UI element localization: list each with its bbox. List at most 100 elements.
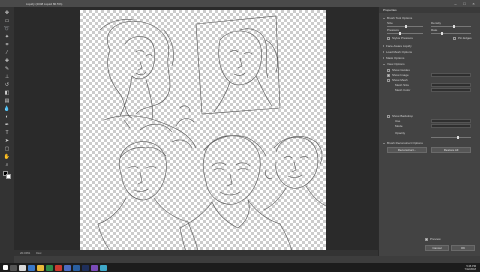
show-guides-checkbox[interactable]: Show Guides bbox=[387, 68, 410, 72]
windows-taskbar bbox=[0, 263, 480, 272]
show-backdrop-text: Show Backdrop bbox=[392, 114, 414, 118]
magic-wand-icon[interactable]: ✦ bbox=[3, 33, 11, 40]
size-label: Size bbox=[387, 21, 393, 25]
show-mesh-checkbox[interactable]: Show Mesh bbox=[387, 78, 408, 82]
liquify-properties-panel: Properties Brush Tool Options Size Densi… bbox=[378, 7, 480, 256]
use-text: Use bbox=[395, 119, 401, 123]
checkbox-box-checked[interactable] bbox=[387, 73, 390, 77]
search-icon[interactable] bbox=[10, 264, 17, 271]
checkbox-box[interactable] bbox=[453, 36, 456, 40]
size-slider[interactable] bbox=[387, 25, 423, 28]
mesh-color-label: Mesh Color bbox=[395, 88, 410, 92]
tool-panel: ✥ ▭ ➰ ✦ ⌗ ⁄ ✚ ✎ ⊥ ↺ ◧ ▤ 💧 ◐ ✒ T ➤ ▢ ✋ ⌕ bbox=[0, 7, 14, 263]
section-mask-options[interactable]: Mask Options bbox=[383, 56, 404, 60]
history-brush-icon[interactable]: ↺ bbox=[3, 81, 11, 88]
checkbox-box[interactable] bbox=[387, 114, 390, 118]
zoom-level[interactable]: 20.09% bbox=[20, 251, 30, 255]
zoom-tool-icon[interactable]: ⌕ bbox=[3, 161, 11, 168]
blur-tool-icon[interactable]: 💧 bbox=[3, 105, 11, 112]
type-tool-icon[interactable]: T bbox=[3, 129, 11, 136]
system-tray-clock[interactable]: 5:46 PM 7/12/2018 bbox=[464, 263, 476, 272]
opacity-text: Opacity bbox=[395, 131, 406, 135]
density-slider[interactable] bbox=[431, 25, 471, 28]
canvas-document[interactable] bbox=[80, 10, 326, 251]
crop-tool-icon[interactable]: ⌗ bbox=[3, 41, 11, 48]
file-explorer-icon[interactable] bbox=[37, 264, 44, 271]
maximize-button[interactable]: □ bbox=[460, 0, 469, 7]
section-view-options[interactable]: View Options bbox=[383, 62, 405, 66]
windows-start-icon[interactable] bbox=[3, 265, 8, 270]
lasso-tool-icon[interactable]: ➰ bbox=[3, 25, 11, 32]
brush-reconstruct-text: Brush Reconstruct Options bbox=[387, 141, 423, 145]
pin-edges-checkbox[interactable]: Pin Edges bbox=[453, 36, 472, 40]
size-slider-knob[interactable] bbox=[405, 25, 407, 28]
gradient-icon[interactable]: ▤ bbox=[3, 97, 11, 104]
stylus-pressure-text: Stylus Pressure bbox=[392, 36, 414, 40]
section-face-aware[interactable]: Face-Aware Liquify bbox=[383, 44, 412, 48]
shape-tool-icon[interactable]: ▢ bbox=[3, 145, 11, 152]
stylus-pressure-checkbox[interactable]: Stylus Pressure bbox=[387, 36, 413, 40]
dodge-tool-icon[interactable]: ◐ bbox=[3, 113, 11, 120]
show-image-checkbox[interactable]: Show Image bbox=[387, 73, 409, 77]
panel-header: Properties bbox=[379, 7, 480, 13]
sketch-artwork bbox=[97, 15, 326, 251]
mask-options-text: Mask Options bbox=[386, 56, 405, 60]
eraser-icon[interactable]: ◧ bbox=[3, 89, 11, 96]
preview-checkbox[interactable]: Preview bbox=[425, 237, 441, 241]
status-bar: 20.09% Doc bbox=[14, 250, 378, 256]
app-icon[interactable] bbox=[91, 264, 98, 271]
discord-icon[interactable] bbox=[64, 264, 71, 271]
section-label: Brush Tool Options bbox=[387, 16, 413, 20]
ok-button[interactable]: OK bbox=[451, 245, 475, 251]
density-slider-knob[interactable] bbox=[453, 25, 455, 28]
mesh-size-dropdown[interactable] bbox=[431, 83, 471, 87]
background-color-swatch[interactable] bbox=[6, 174, 11, 179]
opacity-slider-knob[interactable] bbox=[457, 136, 459, 139]
mode-text: Mode bbox=[395, 124, 403, 128]
pressure-slider-knob[interactable] bbox=[399, 32, 401, 35]
healing-brush-icon[interactable]: ✚ bbox=[3, 57, 11, 64]
size-text: Size bbox=[387, 21, 393, 25]
clone-stamp-icon[interactable]: ⊥ bbox=[3, 73, 11, 80]
path-select-icon[interactable]: ➤ bbox=[3, 137, 11, 144]
show-image-dropdown[interactable] bbox=[431, 73, 471, 77]
pressure-slider[interactable] bbox=[387, 32, 423, 35]
section-brush-reconstruct[interactable]: Brush Reconstruct Options bbox=[383, 141, 423, 145]
brush-tool-icon[interactable]: ✎ bbox=[3, 65, 11, 72]
opacity-slider[interactable] bbox=[431, 136, 471, 139]
restore-all-button[interactable]: Restore All bbox=[431, 147, 471, 153]
checkbox-box[interactable] bbox=[387, 78, 390, 82]
minimize-button[interactable]: – bbox=[451, 0, 460, 7]
pressure-text: Pressure bbox=[387, 28, 400, 32]
move-tool-icon[interactable]: ✥ bbox=[3, 9, 11, 16]
checkbox-box[interactable] bbox=[387, 36, 390, 40]
app-icon-2[interactable] bbox=[100, 264, 107, 271]
mesh-color-dropdown[interactable] bbox=[431, 88, 471, 92]
use-dropdown[interactable] bbox=[431, 119, 471, 123]
task-view-icon[interactable] bbox=[19, 264, 26, 271]
checkbox-box-checked[interactable] bbox=[425, 237, 428, 241]
pressure-label: Pressure bbox=[387, 28, 399, 32]
steam-icon[interactable] bbox=[73, 264, 80, 271]
marquee-tool-icon[interactable]: ▭ bbox=[3, 17, 11, 24]
rate-slider-knob[interactable] bbox=[441, 32, 443, 35]
pen-tool-icon[interactable]: ✒ bbox=[3, 121, 11, 128]
mesh-size-label: Mesh Size bbox=[395, 83, 409, 87]
chrome-icon[interactable] bbox=[55, 264, 62, 271]
mode-dropdown[interactable] bbox=[431, 124, 471, 128]
rate-slider[interactable] bbox=[431, 32, 471, 35]
checkbox-box[interactable] bbox=[387, 68, 390, 72]
doc-info: Doc bbox=[36, 251, 42, 255]
close-button[interactable]: × bbox=[469, 0, 478, 7]
spotify-icon[interactable] bbox=[46, 264, 53, 271]
cancel-button[interactable]: Cancel bbox=[425, 245, 449, 251]
section-brush-tool-options[interactable]: Brush Tool Options bbox=[383, 16, 412, 20]
photoshop-icon[interactable] bbox=[82, 264, 89, 271]
section-load-mesh[interactable]: Load Mesh Options bbox=[383, 50, 412, 54]
edge-browser-icon[interactable] bbox=[28, 264, 35, 271]
hand-tool-icon[interactable]: ✋ bbox=[3, 153, 11, 160]
reconstruct-button[interactable]: Reconstruct... bbox=[387, 147, 427, 153]
show-backdrop-checkbox[interactable]: Show Backdrop bbox=[387, 114, 413, 118]
clock-date: 7/12/2018 bbox=[464, 267, 476, 271]
eyedropper-icon[interactable]: ⁄ bbox=[3, 49, 11, 56]
